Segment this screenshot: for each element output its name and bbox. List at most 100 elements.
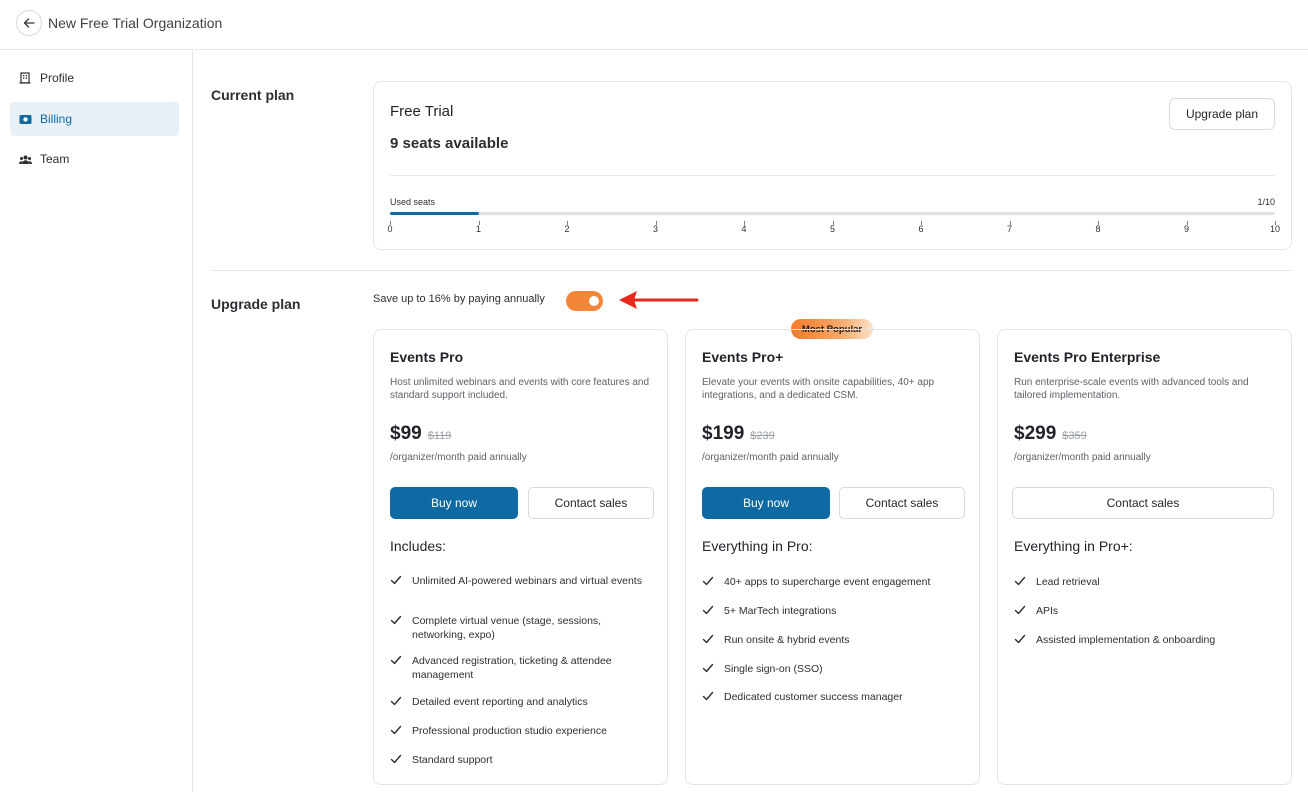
- section-divider: [211, 270, 1292, 271]
- old-price: $119: [427, 430, 452, 442]
- feature-item: Unlimited AI-powered webinars and virtua…: [390, 574, 650, 590]
- seats-progress-fill: [390, 212, 479, 215]
- plan-price: $299 $359: [1014, 423, 1087, 445]
- feature-text: Professional production studio experienc…: [412, 725, 607, 737]
- feature-item: 40+ apps to supercharge event engagement: [702, 575, 962, 591]
- scale-tick-label: 5: [829, 224, 836, 234]
- feature-item: Assisted implementation & onboarding: [1014, 633, 1274, 649]
- billing-icon: [18, 112, 32, 126]
- check-icon: [702, 575, 716, 591]
- feature-text: Run onsite & hybrid events: [724, 634, 850, 646]
- check-icon: [390, 614, 404, 630]
- annual-billing-toggle[interactable]: [566, 291, 603, 311]
- contact-sales-button[interactable]: Contact sales: [839, 487, 965, 519]
- back-button[interactable]: [16, 10, 42, 36]
- feature-text: Detailed event reporting and analytics: [412, 696, 588, 708]
- check-icon: [390, 695, 404, 711]
- upgrade-plan-button[interactable]: Upgrade plan: [1169, 98, 1275, 130]
- contact-sales-button[interactable]: Contact sales: [1012, 487, 1274, 519]
- feature-text: Lead retrieval: [1036, 576, 1100, 588]
- check-icon: [390, 574, 404, 590]
- feature-item: Complete virtual venue (stage, sessions,…: [390, 614, 650, 642]
- scale-tick-label: 0: [387, 224, 393, 234]
- check-icon: [390, 654, 404, 670]
- check-icon: [1014, 575, 1028, 591]
- check-icon: [390, 724, 404, 740]
- plan-card-events-pro-enterprise: Events Pro Enterprise Run enterprise-sca…: [997, 329, 1292, 785]
- feature-text: Complete virtual venue (stage, sessions,…: [412, 615, 602, 641]
- feature-item: Lead retrieval: [1014, 575, 1274, 591]
- feature-text: Unlimited AI-powered webinars and virtua…: [412, 575, 642, 587]
- plan-card-events-pro-plus: Events Pro+ Elevate your events with ons…: [685, 329, 980, 785]
- feature-item: Standard support: [390, 753, 650, 769]
- price-value: $299: [1014, 423, 1057, 444]
- billing-period: /organizer/month paid annually: [702, 452, 839, 463]
- plan-card-events-pro: Events Pro Host unlimited webinars and e…: [373, 329, 668, 785]
- plan-description: Elevate your events with onsite capabili…: [702, 377, 935, 401]
- feature-text: 40+ apps to supercharge event engagement: [724, 576, 931, 588]
- feature-item: APIs: [1014, 604, 1274, 620]
- sidebar-item-label: Billing: [40, 112, 73, 126]
- feature-text: Dedicated customer success manager: [724, 691, 903, 703]
- features-heading: Everything in Pro:: [702, 538, 813, 554]
- sidebar-item-billing[interactable]: Billing: [10, 102, 179, 136]
- sidebar: Profile Billing Team: [0, 50, 193, 792]
- scale-tick-label: 6: [918, 224, 924, 234]
- sidebar-item-profile[interactable]: Profile: [10, 61, 179, 95]
- plan-description: Host unlimited webinars and events with …: [390, 377, 650, 401]
- buy-now-button[interactable]: Buy now: [390, 487, 518, 519]
- current-plan-card: Free Trial 9 seats available Upgrade pla…: [373, 81, 1292, 250]
- team-icon: [18, 152, 32, 166]
- scale-tick-label: 4: [741, 224, 747, 234]
- upgrade-plan-heading: Upgrade plan: [211, 296, 301, 312]
- feature-item: Professional production studio experienc…: [390, 724, 650, 740]
- scale-tick-label: 1: [475, 224, 482, 234]
- features-heading: Everything in Pro+:: [1014, 538, 1133, 554]
- price-value: $99: [390, 423, 422, 444]
- buy-now-button[interactable]: Buy now: [702, 487, 830, 519]
- current-plan-heading: Current plan: [211, 87, 295, 103]
- contact-sales-button[interactable]: Contact sales: [528, 487, 654, 519]
- billing-period: /organizer/month paid annually: [1014, 452, 1151, 463]
- feature-item: Dedicated customer success manager: [702, 690, 962, 706]
- arrow-left-icon: [23, 18, 35, 28]
- feature-item: Single sign-on (SSO): [702, 662, 962, 678]
- seats-available: 9 seats available: [390, 135, 509, 152]
- building-icon: [18, 71, 32, 85]
- feature-item: Advanced registration, ticketing & atten…: [390, 654, 650, 682]
- check-icon: [702, 690, 716, 706]
- old-price: $239: [750, 430, 775, 442]
- check-icon: [1014, 604, 1028, 620]
- plan-title: Events Pro+: [702, 349, 784, 365]
- toggle-knob: [589, 296, 599, 306]
- scale-tick-label: 8: [1095, 224, 1101, 234]
- sidebar-item-label: Team: [40, 152, 70, 166]
- sidebar-item-team[interactable]: Team: [10, 142, 179, 176]
- plan-description: Run enterprise-scale events with advance…: [1014, 377, 1249, 401]
- check-icon: [702, 662, 716, 678]
- plan-name: Free Trial: [390, 103, 454, 120]
- feature-text: Advanced registration, ticketing & atten…: [412, 655, 612, 681]
- check-icon: [702, 604, 716, 620]
- sidebar-item-label: Profile: [40, 71, 75, 85]
- feature-item: 5+ MarTech integrations: [702, 604, 962, 620]
- used-seats-label: Used seats: [390, 197, 436, 207]
- feature-text: 5+ MarTech integrations: [724, 605, 837, 617]
- feature-text: Assisted implementation & onboarding: [1036, 634, 1216, 646]
- feature-item: Detailed event reporting and analytics: [390, 695, 650, 711]
- plan-title: Events Pro: [390, 349, 464, 365]
- top-bar: New Free Trial Organization: [0, 0, 1308, 50]
- plan-price: $199 $239: [702, 423, 775, 445]
- feature-text: APIs: [1036, 605, 1059, 617]
- divider: [390, 175, 1275, 176]
- scale-tick-label: 9: [1183, 224, 1190, 234]
- plan-price: $99 $119: [390, 423, 451, 445]
- scale-tick-label: 7: [1006, 224, 1013, 234]
- used-seats-count: 1/10: [1257, 197, 1275, 207]
- price-value: $199: [702, 423, 745, 444]
- features-heading: Includes:: [390, 538, 447, 554]
- annual-billing-label: Save up to 16% by paying annually: [373, 293, 545, 305]
- scale-tick-label: 10: [1269, 224, 1281, 234]
- scale-tick-label: 2: [564, 224, 570, 234]
- old-price: $359: [1062, 430, 1087, 442]
